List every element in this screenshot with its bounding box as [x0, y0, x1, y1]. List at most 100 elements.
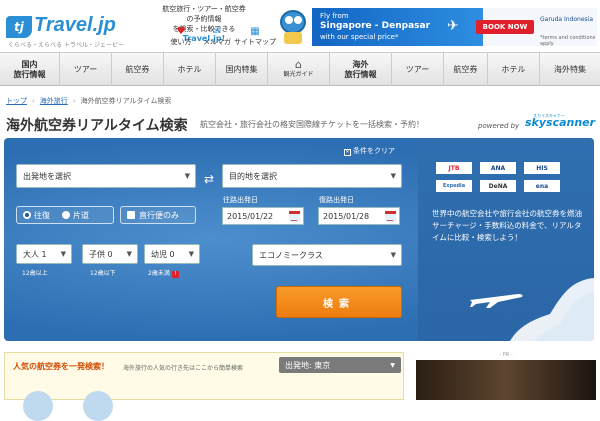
breadcrumb: トップ › 海外旅行 › 海外航空券リアルタイム検索	[6, 97, 172, 105]
return-date-value: 2015/01/28	[323, 211, 370, 221]
clear-conditions-link[interactable]: ✕ 条件をクリア	[344, 146, 395, 156]
main-nav: 国内 旅行情報 ツアー 航空券 ホテル 国内特集 ⌂ 観光ガイド 海外 旅行情報…	[0, 52, 600, 86]
chevron-down-icon: ▼	[390, 361, 395, 369]
partner-logo: Expedia	[436, 180, 472, 192]
radio-icon	[62, 211, 70, 219]
header-link-label: メルマガ	[203, 38, 231, 46]
calendar-icon[interactable]	[289, 211, 300, 222]
logo-mark: tj	[6, 16, 32, 38]
pr-ad-image[interactable]	[416, 360, 596, 400]
site-logo[interactable]: tj Travel.jp くらべる・えらべる トラベル・ジェーピー	[6, 10, 126, 49]
infants-value: 幼児 0	[151, 249, 175, 259]
depart-date-input[interactable]: 2015/01/22	[222, 207, 304, 225]
sitemap-icon: ▦	[250, 26, 260, 37]
nav-domestic-travel[interactable]: 国内 旅行情報	[0, 53, 60, 86]
airplane-icon	[470, 294, 523, 308]
destination-select[interactable]: 目的地を選択 ▼	[222, 164, 402, 188]
heart-icon: ♥	[176, 26, 186, 37]
partner-logo: JTB	[436, 162, 472, 174]
nav-domestic-hotel[interactable]: ホテル	[164, 53, 216, 86]
popular-origin-value: 出発地: 東京	[285, 360, 331, 370]
trip-type-group: 往復 片道	[16, 206, 114, 224]
header-link-label: サイトマップ	[234, 38, 276, 46]
oneway-label: 片道	[73, 210, 89, 220]
promo-line: 航空旅行・ツアー・航空券の予約情報	[162, 5, 246, 23]
cabin-value: エコノミークラス	[259, 250, 323, 260]
cabin-class-select[interactable]: エコノミークラス ▼	[252, 244, 402, 266]
ad-banner[interactable]: Fly from Singapore - Denpasar with our s…	[312, 8, 597, 46]
nav-overseas-air[interactable]: 航空券	[444, 53, 488, 86]
pr-label: - PR -	[499, 352, 513, 358]
mascot-body	[284, 32, 302, 44]
oneway-radio[interactable]: 片道	[62, 210, 89, 221]
airplane-icon: ✈	[447, 18, 459, 34]
infants-note: 2歳未満!	[148, 268, 179, 278]
nav-domestic-tour[interactable]: ツアー	[60, 53, 112, 86]
adults-value: 大人 1	[23, 249, 47, 259]
logo-tagline: くらべる・えらべる トラベル・ジェーピー	[8, 42, 124, 49]
book-now-button[interactable]: BOOK NOW	[476, 20, 534, 34]
swap-icon[interactable]: ⇄	[204, 172, 214, 186]
partner-logo: DeNA	[480, 180, 516, 192]
checkbox-icon	[127, 211, 135, 219]
children-note: 12歳以下	[90, 270, 116, 277]
mascot-head	[280, 10, 306, 34]
ad-route: Singapore - Denpasar	[320, 21, 431, 31]
adults-select[interactable]: 大人 1 ▼	[16, 244, 72, 264]
header-link-sitemap[interactable]: ▦ サイトマップ	[234, 26, 276, 48]
close-icon: ✕	[344, 149, 351, 156]
breadcrumb-overseas[interactable]: 海外旅行	[40, 97, 68, 105]
airline-logo: Garuda Indonesia	[540, 16, 594, 23]
nav-sightseeing-guide[interactable]: ⌂ 観光ガイド	[268, 53, 330, 86]
breadcrumb-top[interactable]: トップ	[6, 97, 27, 105]
warning-icon[interactable]: !	[171, 271, 179, 278]
header-link-label: 使い方	[170, 38, 192, 46]
children-value: 子供 0	[89, 249, 113, 259]
calendar-icon[interactable]	[385, 211, 396, 222]
skyscanner-logo[interactable]: skyscanner	[525, 116, 595, 129]
origin-placeholder: 出発地を選択	[23, 171, 71, 181]
return-date-input[interactable]: 2015/01/28	[318, 207, 400, 225]
nav-domestic-feature[interactable]: 国内特集	[216, 53, 268, 86]
popular-title: 人気の航空券を一発検索！	[13, 362, 109, 371]
nav-overseas-travel[interactable]: 海外 旅行情報	[330, 53, 392, 86]
nav-label: 観光ガイド	[283, 70, 314, 78]
radio-icon	[23, 211, 31, 219]
children-select[interactable]: 子供 0 ▼	[82, 244, 138, 264]
chevron-down-icon: ▼	[188, 250, 194, 258]
header-link-newsletter[interactable]: ✉ メルマガ	[199, 26, 235, 48]
search-button[interactable]: 検索	[276, 286, 402, 318]
mascot-eye	[285, 16, 293, 24]
destination-thumbnail[interactable]	[83, 391, 113, 421]
ad-terms: *terms and conditions apply	[540, 35, 596, 46]
destination-placeholder: 目的地を選択	[229, 171, 277, 181]
infants-select[interactable]: 幼児 0 ▼	[144, 244, 200, 264]
partners-description: 世界中の航空会社や旅行会社の航空券を燃油サーチャージ・手数料込の料金で、リアルタ…	[432, 209, 582, 242]
adults-note: 12歳以上	[22, 270, 48, 277]
nav-overseas-tour[interactable]: ツアー	[392, 53, 444, 86]
nav-domestic-air[interactable]: 航空券	[112, 53, 164, 86]
partners-panel: JTB ANA HIS Expedia DeNA ena 世界中の航空会社や旅行…	[418, 138, 594, 341]
nav-overseas-hotel[interactable]: ホテル	[488, 53, 540, 86]
powered-by-label: powered by	[478, 122, 520, 130]
roundtrip-radio[interactable]: 往復	[23, 210, 50, 221]
mail-icon: ✉	[212, 26, 222, 37]
popular-origin-select[interactable]: 出発地: 東京 ▼	[279, 357, 401, 373]
return-date-label: 復路出発日	[319, 196, 354, 204]
mascot-eye	[294, 16, 302, 24]
ad-offer: with our special price*	[320, 33, 399, 41]
logo-text: Travel.jp	[34, 14, 116, 36]
origin-select[interactable]: 出発地を選択 ▼	[16, 164, 196, 188]
nav-overseas-feature[interactable]: 海外特集	[540, 53, 600, 86]
popular-subtitle: 海外旅行の人気の行き先はここから簡単検索	[123, 365, 244, 372]
partner-logo: ANA	[480, 162, 516, 174]
infants-note-text: 2歳未満	[148, 270, 170, 277]
roundtrip-label: 往復	[34, 210, 50, 220]
depart-date-value: 2015/01/22	[227, 211, 274, 221]
chevron-down-icon: ▼	[390, 172, 396, 180]
destination-thumbnail[interactable]	[23, 391, 53, 421]
partner-logo: HIS	[524, 162, 560, 174]
direct-only-checkbox[interactable]: 直行便のみ	[120, 206, 196, 224]
header-link-howto[interactable]: ♥ 使い方	[163, 26, 199, 48]
search-panel: ✕ 条件をクリア 出発地を選択 ▼ ⇄ 目的地を選択 ▼ 往復 片道 直行便のみ 往路…	[4, 138, 594, 341]
